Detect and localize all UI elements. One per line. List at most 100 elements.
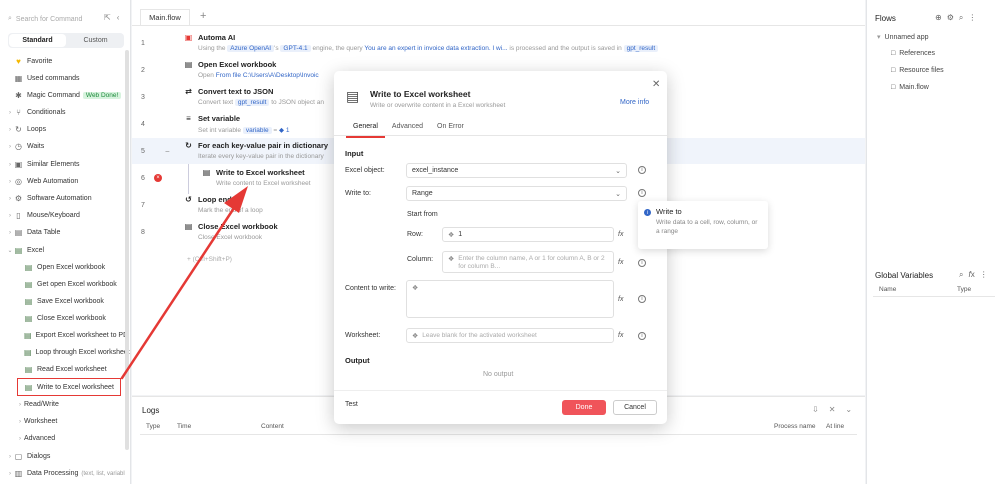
tab-custom[interactable]: Custom bbox=[67, 33, 124, 48]
sidebar-item-read-excel-worksheet[interactable]: ▤ Read Excel worksheet bbox=[0, 362, 126, 377]
excel-file-icon: ▤ bbox=[24, 280, 33, 289]
test-button[interactable]: Test bbox=[345, 401, 358, 408]
step-write-excel[interactable]: ▤ Write to Excel worksheet Write content … bbox=[202, 168, 311, 187]
search-icon[interactable]: ⌕ bbox=[959, 270, 963, 280]
references-node[interactable]: □ References bbox=[891, 50, 935, 57]
worksheet-input[interactable]: ❖ Leave blank for the activated worksheet bbox=[406, 328, 614, 343]
sidebar-item-read-write[interactable]: › Read/Write bbox=[0, 397, 126, 412]
sidebar-item-waits[interactable]: › ◷ Waits bbox=[0, 139, 126, 154]
new-flow-icon[interactable]: ⊕ bbox=[935, 13, 942, 23]
chevron-icon[interactable]: › bbox=[16, 436, 24, 442]
step-for-each[interactable]: ↻ For each key-value pair in dictionary I… bbox=[184, 141, 328, 160]
chevron-icon[interactable]: › bbox=[6, 179, 14, 185]
info-icon[interactable]: i bbox=[638, 166, 646, 174]
sidebar-tools: ⇱ ‹ bbox=[104, 13, 119, 22]
sidebar-item-export-excel-worksheet-to-pd[interactable]: ▤ Export Excel worksheet to PD bbox=[0, 328, 128, 343]
fx-icon[interactable]: fx bbox=[618, 259, 623, 266]
chevron-icon[interactable]: › bbox=[6, 110, 14, 116]
step-close-excel[interactable]: ▤ Close Excel workbook Close Excel workbo… bbox=[184, 222, 278, 241]
excel-object-select[interactable]: excel_instance ⌄ bbox=[406, 163, 627, 178]
write-to-select[interactable]: Range ⌄ bbox=[406, 186, 627, 201]
sidebar-item-data-table[interactable]: › ▤ Data Table bbox=[0, 225, 126, 240]
info-icon[interactable]: i bbox=[638, 295, 646, 303]
excel-file-icon: ▤ bbox=[24, 314, 33, 323]
sidebar-item-loops[interactable]: › ↻ Loops bbox=[0, 122, 126, 137]
add-tab-icon[interactable]: + bbox=[200, 10, 206, 22]
trash-icon[interactable]: ✕ bbox=[829, 405, 836, 414]
chevron-icon[interactable]: › bbox=[6, 144, 14, 150]
export-icon[interactable]: ⇱ bbox=[104, 13, 111, 22]
main-flow-node[interactable]: □ Main.flow bbox=[891, 84, 929, 91]
collapse-icon[interactable]: − bbox=[165, 147, 170, 156]
info-icon[interactable]: i bbox=[638, 189, 646, 197]
excel-file-icon: ▤ bbox=[24, 263, 33, 272]
chevron-icon[interactable]: › bbox=[6, 162, 14, 168]
sidebar-item-data-processing[interactable]: › ▥ Data Processing (text, list, variabl bbox=[0, 466, 126, 481]
sidebar-item-worksheet[interactable]: › Worksheet bbox=[0, 414, 126, 429]
sidebar-item-loop-through-excel-worksheet[interactable]: ▤ Loop through Excel worksheet bbox=[0, 345, 130, 360]
step-set-variable[interactable]: ≡ Set variable Set int variable variable … bbox=[184, 114, 289, 134]
chevron-icon[interactable]: › bbox=[6, 213, 14, 219]
error-icon[interactable]: × bbox=[154, 174, 162, 182]
chevron-icon[interactable]: ⌄ bbox=[6, 247, 14, 254]
row-input[interactable]: ❖ 1 bbox=[442, 227, 614, 242]
done-button[interactable]: Done bbox=[562, 400, 606, 415]
sidebar-item-favorite[interactable]: ♥ Favorite bbox=[0, 54, 126, 69]
more-icon[interactable]: ⋮ bbox=[968, 13, 976, 23]
chevron-down-icon[interactable]: ⌄ bbox=[845, 405, 852, 414]
sidebar-item-similar-elements[interactable]: › ▣ Similar Elements bbox=[0, 157, 126, 172]
command-search[interactable]: ⌕ Search for Command bbox=[8, 12, 96, 26]
step-open-excel[interactable]: ▤ Open Excel workbook Open From file C:\U… bbox=[184, 60, 319, 79]
sidebar-item-web-automation[interactable]: › ◎ Web Automation bbox=[0, 174, 126, 189]
sidebar-scrollbar[interactable] bbox=[125, 50, 129, 450]
sidebar-item-conditionals[interactable]: › ⑂ Conditionals bbox=[0, 105, 126, 120]
tab-main-flow[interactable]: Main.flow bbox=[140, 9, 190, 25]
chevron-icon[interactable]: › bbox=[16, 402, 24, 408]
sidebar-item-excel[interactable]: ⌄ ▤ Excel bbox=[0, 243, 126, 258]
sidebar-item-dialogs[interactable]: › ▢ Dialogs bbox=[0, 449, 126, 464]
step-loop-ends[interactable]: ↺ Loop ends Mark the end of a loop bbox=[184, 195, 263, 214]
chevron-icon[interactable]: › bbox=[6, 471, 14, 477]
sidebar-item-save-excel-workbook[interactable]: ▤ Save Excel workbook bbox=[0, 294, 126, 309]
column-input[interactable]: ❖ Enter the column name, A or 1 for colum… bbox=[442, 251, 614, 273]
collapse-sidebar-icon[interactable]: ‹ bbox=[117, 13, 120, 22]
step-automa-ai[interactable]: ▣ Automa AI Using the Azure OpenAI's GPT-… bbox=[184, 33, 659, 52]
logs-header: Type Time Content Process name At line bbox=[140, 423, 857, 435]
command-tabs: Standard Custom bbox=[8, 33, 124, 48]
more-icon[interactable]: ⋮ bbox=[980, 270, 988, 280]
close-icon[interactable]: ✕ bbox=[652, 79, 660, 90]
fx-icon[interactable]: fx bbox=[618, 231, 623, 238]
sidebar-item-close-excel-workbook[interactable]: ▤ Close Excel workbook bbox=[0, 311, 126, 326]
chevron-icon[interactable]: › bbox=[6, 454, 14, 460]
chevron-icon[interactable]: › bbox=[16, 419, 24, 425]
fx-icon[interactable]: fx bbox=[968, 270, 974, 280]
loop-guide-line bbox=[188, 164, 189, 194]
search-input[interactable]: Search for Command bbox=[16, 16, 83, 23]
sidebar-item-advanced[interactable]: › Advanced bbox=[0, 431, 126, 446]
sidebar-item-get-open-excel-workbook[interactable]: ▤ Get open Excel workbook bbox=[0, 277, 126, 292]
chevron-icon[interactable]: › bbox=[6, 230, 14, 236]
sidebar-item-software-automation[interactable]: › ⚙ Software Automation bbox=[0, 191, 126, 206]
more-info-link[interactable]: More info bbox=[620, 99, 649, 106]
cancel-button[interactable]: Cancel bbox=[613, 400, 657, 415]
tab-standard[interactable]: Standard bbox=[9, 34, 66, 47]
content-input[interactable]: ❖ bbox=[406, 280, 614, 318]
sidebar-item-mouse-keyboard[interactable]: › ▯ Mouse/Keyboard bbox=[0, 208, 126, 223]
step-convert-json[interactable]: ⇄ Convert text to JSON Convert text gpt_r… bbox=[184, 87, 324, 106]
info-icon[interactable]: i bbox=[638, 332, 646, 340]
fx-icon[interactable]: fx bbox=[618, 296, 623, 303]
chevron-icon[interactable]: › bbox=[6, 196, 14, 202]
info-icon[interactable]: i bbox=[638, 259, 646, 267]
settings-icon[interactable]: ⚙ bbox=[947, 13, 954, 23]
app-node[interactable]: ▾ Unnamed app bbox=[877, 33, 929, 42]
sidebar-item-magic-command[interactable]: ✱ Magic Command Web Done! bbox=[0, 88, 126, 103]
excel-file-icon: ▤ bbox=[24, 348, 32, 357]
chevron-icon[interactable]: › bbox=[6, 127, 14, 133]
sidebar-item-open-excel-workbook[interactable]: ▤ Open Excel workbook bbox=[0, 260, 126, 275]
resource-files-node[interactable]: □ Resource files bbox=[891, 67, 944, 74]
fx-icon[interactable]: fx bbox=[618, 332, 623, 339]
sidebar-item-used-commands[interactable]: ▦ Used commands bbox=[0, 71, 126, 86]
export-log-icon[interactable]: ⇩ bbox=[812, 405, 819, 414]
search-icon[interactable]: ⌕ bbox=[959, 13, 963, 23]
add-step-hint[interactable]: + (Ctrl+Shift+P) bbox=[187, 256, 232, 263]
